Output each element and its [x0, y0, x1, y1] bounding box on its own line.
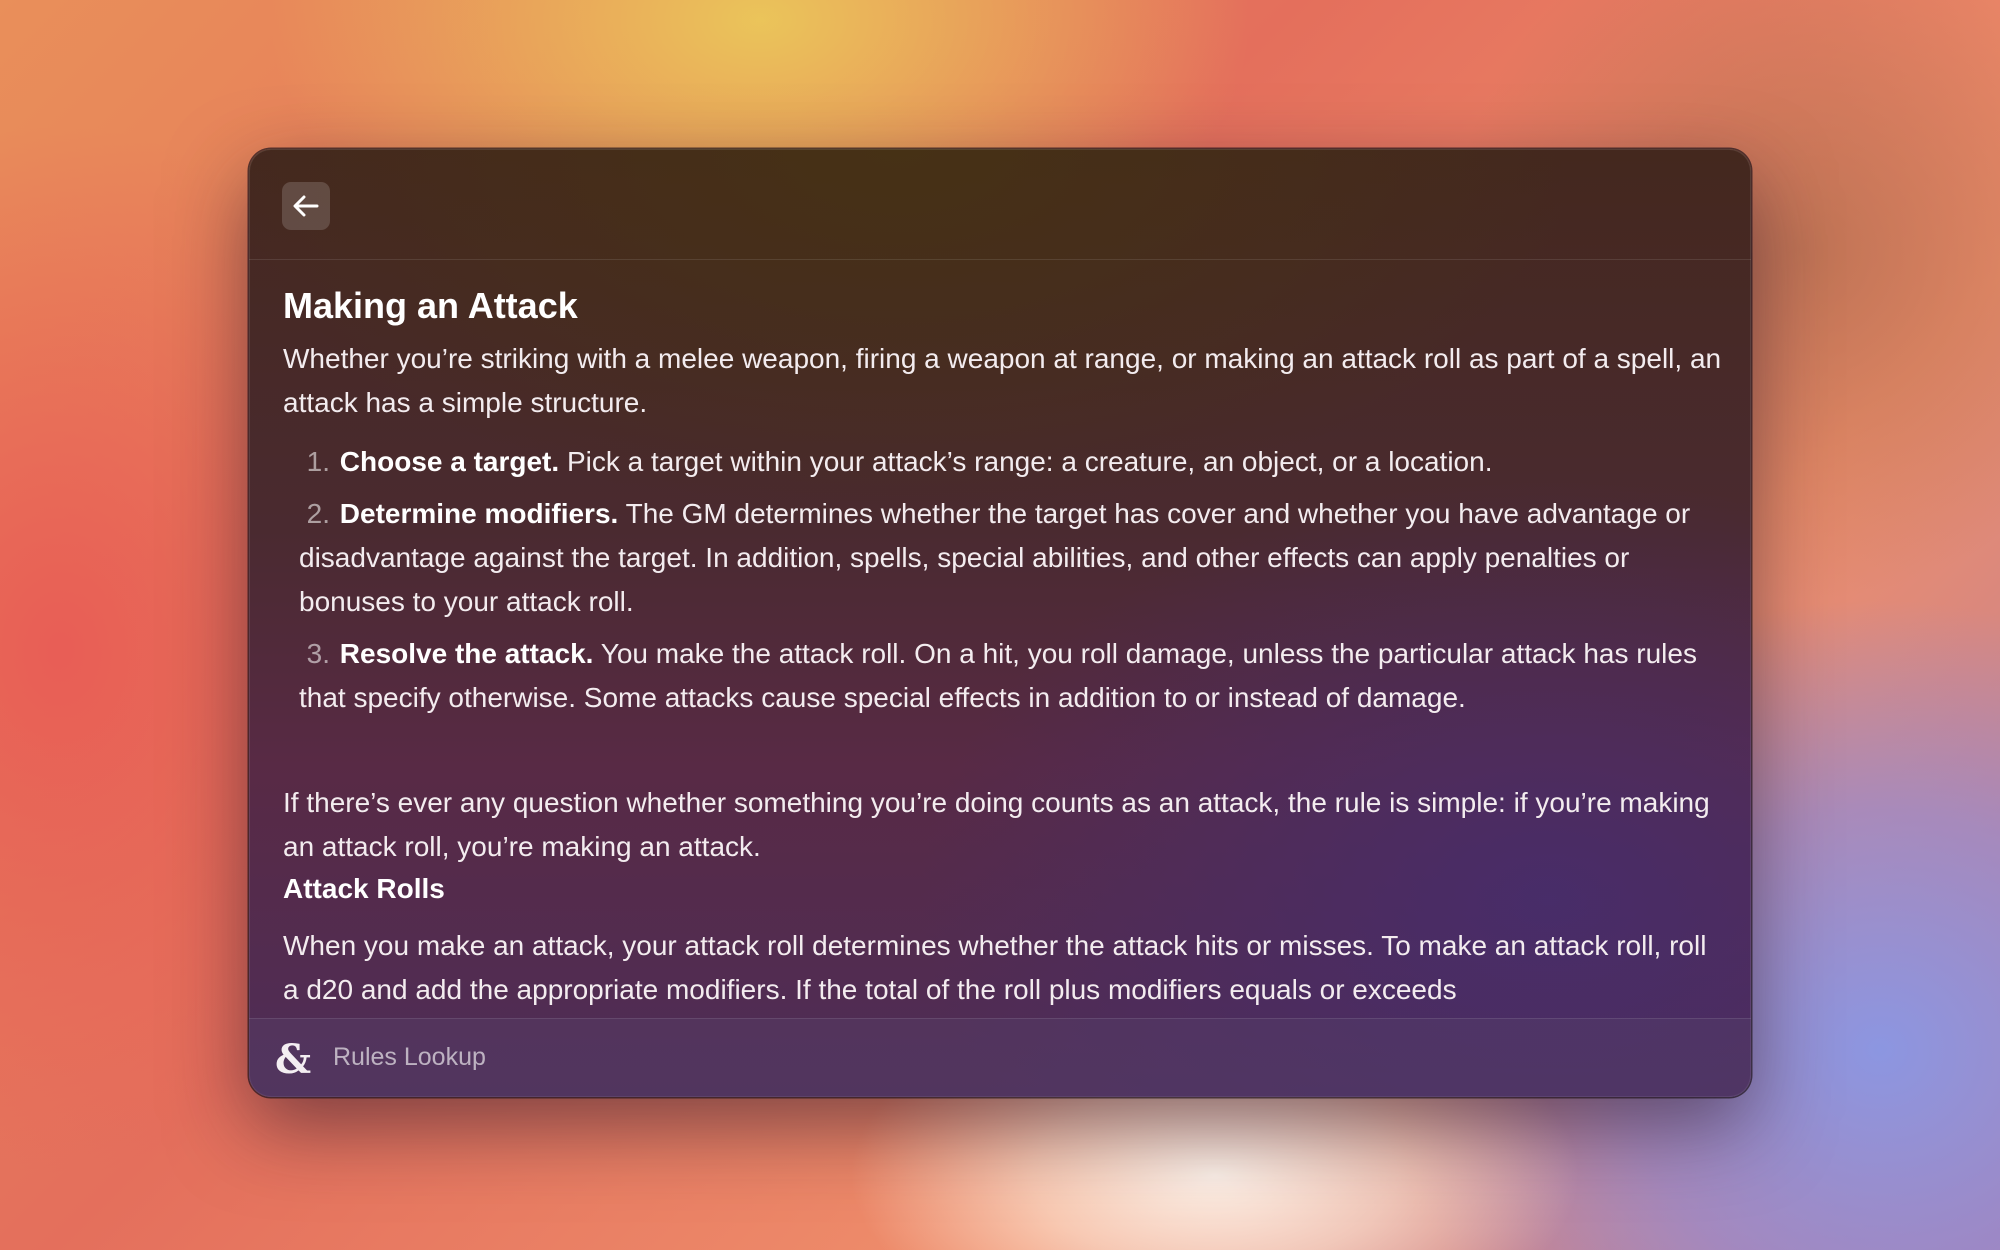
arrow-left-icon	[293, 195, 319, 217]
section-heading: Attack Rolls	[283, 873, 445, 904]
footer-bar: & Rules Lookup	[249, 1018, 1751, 1097]
outro-paragraph: If there’s ever any question whether som…	[283, 787, 1710, 862]
step-title: Determine modifiers.	[339, 498, 619, 529]
section-paragraph: When you make an attack, your attack rol…	[283, 930, 1707, 1005]
footer-label: Rules Lookup	[333, 1043, 486, 1071]
step-title: Choose a target.	[339, 446, 560, 477]
article-content[interactable]: Making an Attack Whether you’re striking…	[283, 259, 1723, 1097]
steps-list: 1. Choose a target. Pick a target within…	[283, 440, 1723, 720]
back-button[interactable]	[282, 182, 330, 230]
ampersand-dragon-icon: &	[275, 1037, 311, 1081]
step-title: Resolve the attack.	[339, 638, 594, 669]
list-number: 2.	[306, 498, 330, 529]
list-item: 1. Choose a target. Pick a target within…	[283, 440, 1723, 484]
list-number: 1.	[306, 446, 330, 477]
svg-text:&: &	[275, 1037, 311, 1081]
page-title: Making an Attack	[283, 285, 578, 326]
list-number: 3.	[306, 638, 330, 669]
list-item: 3. Resolve the attack. You make the atta…	[283, 632, 1723, 720]
step-text: Pick a target within your attack’s range…	[559, 446, 1493, 477]
list-item: 2. Determine modifiers. The GM determine…	[283, 492, 1723, 624]
rules-window: Making an Attack Whether you’re striking…	[249, 149, 1751, 1097]
intro-paragraph: Whether you’re striking with a melee wea…	[283, 343, 1722, 418]
toolbar	[249, 149, 1751, 260]
